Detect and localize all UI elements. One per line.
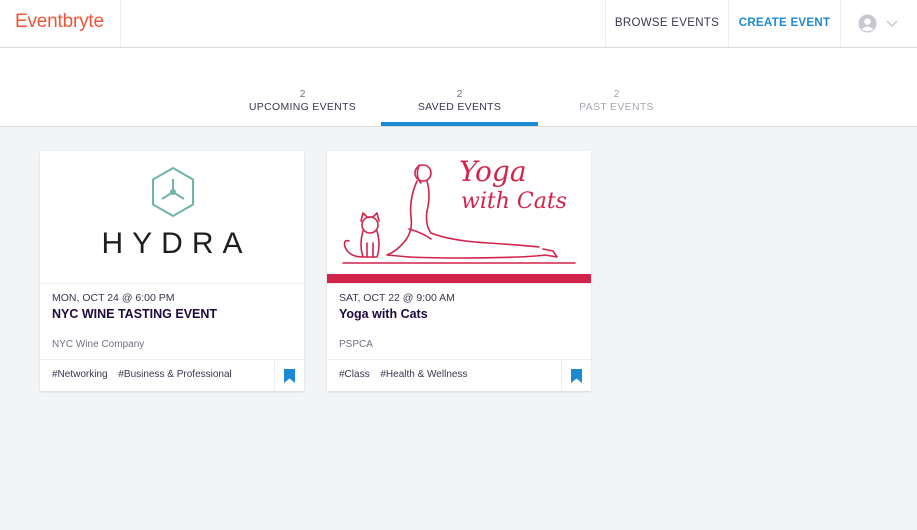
tab-label: PAST EVENTS <box>579 101 654 113</box>
yoga-subtitle-text: with Cats <box>461 189 567 214</box>
image-color-bar <box>327 274 591 283</box>
event-image-hydra: HYDRA <box>40 151 304 284</box>
avatar-icon <box>858 14 877 33</box>
tab-upcoming-events[interactable]: 2 UPCOMING EVENTS <box>224 88 381 113</box>
event-tags: #Class #Health & Wellness <box>339 369 475 380</box>
card-footer: #Networking #Business & Professional <box>40 359 304 391</box>
tag-link[interactable]: #Health & Wellness <box>380 369 467 380</box>
event-tags: #Networking #Business & Professional <box>52 369 240 380</box>
tab-count: 2 <box>299 88 306 100</box>
tab-saved-events[interactable]: 2 SAVED EVENTS <box>381 88 538 113</box>
event-tabs: 2 UPCOMING EVENTS 2 SAVED EVENTS 2 PAST … <box>0 48 917 127</box>
event-card[interactable]: Yoga with Cats SAT, OCT 22 @ 9:00 AM Yog… <box>327 151 591 391</box>
save-event-button[interactable] <box>561 360 591 391</box>
event-image-yoga: Yoga with Cats <box>327 151 591 284</box>
event-date: SAT, OCT 22 @ 9:00 AM <box>339 292 455 304</box>
bookmark-icon <box>284 369 295 383</box>
top-navigation-bar: Eventbryte BROWSE EVENTS CREATE EVENT <box>0 0 917 48</box>
create-event-link[interactable]: CREATE EVENT <box>728 0 840 47</box>
logo-link[interactable]: Eventbryte <box>0 0 121 47</box>
browse-events-link[interactable]: BROWSE EVENTS <box>605 0 728 47</box>
event-title[interactable]: Yoga with Cats <box>339 307 428 321</box>
tab-label: SAVED EVENTS <box>417 101 502 113</box>
tab-count: 2 <box>613 88 620 100</box>
tab-past-events[interactable]: 2 PAST EVENTS <box>538 88 695 113</box>
tag-link[interactable]: #Networking <box>52 369 108 380</box>
tag-link[interactable]: #Class <box>339 369 370 380</box>
logo-text: Eventbryte <box>15 11 104 32</box>
tab-count: 2 <box>456 88 463 100</box>
active-tab-indicator <box>381 122 538 126</box>
yoga-title-text: Yoga <box>459 155 527 188</box>
user-menu-button[interactable] <box>840 0 917 47</box>
hydra-logo-text: HYDRA <box>101 227 252 260</box>
save-event-button[interactable] <box>274 360 304 391</box>
bookmark-icon <box>571 369 582 383</box>
event-title[interactable]: NYC WINE TASTING EVENT <box>52 307 217 321</box>
event-card[interactable]: HYDRA MON, OCT 24 @ 6:00 PM NYC WINE TAS… <box>40 151 304 391</box>
hydra-logo-icon <box>152 166 194 218</box>
tag-link[interactable]: #Business & Professional <box>118 369 231 380</box>
tab-label: UPCOMING EVENTS <box>248 101 357 113</box>
event-organizer: NYC Wine Company <box>52 339 145 350</box>
chevron-down-icon <box>886 20 898 28</box>
event-organizer: PSPCA <box>339 339 373 350</box>
event-date: MON, OCT 24 @ 6:00 PM <box>52 292 175 304</box>
card-footer: #Class #Health & Wellness <box>327 359 591 391</box>
